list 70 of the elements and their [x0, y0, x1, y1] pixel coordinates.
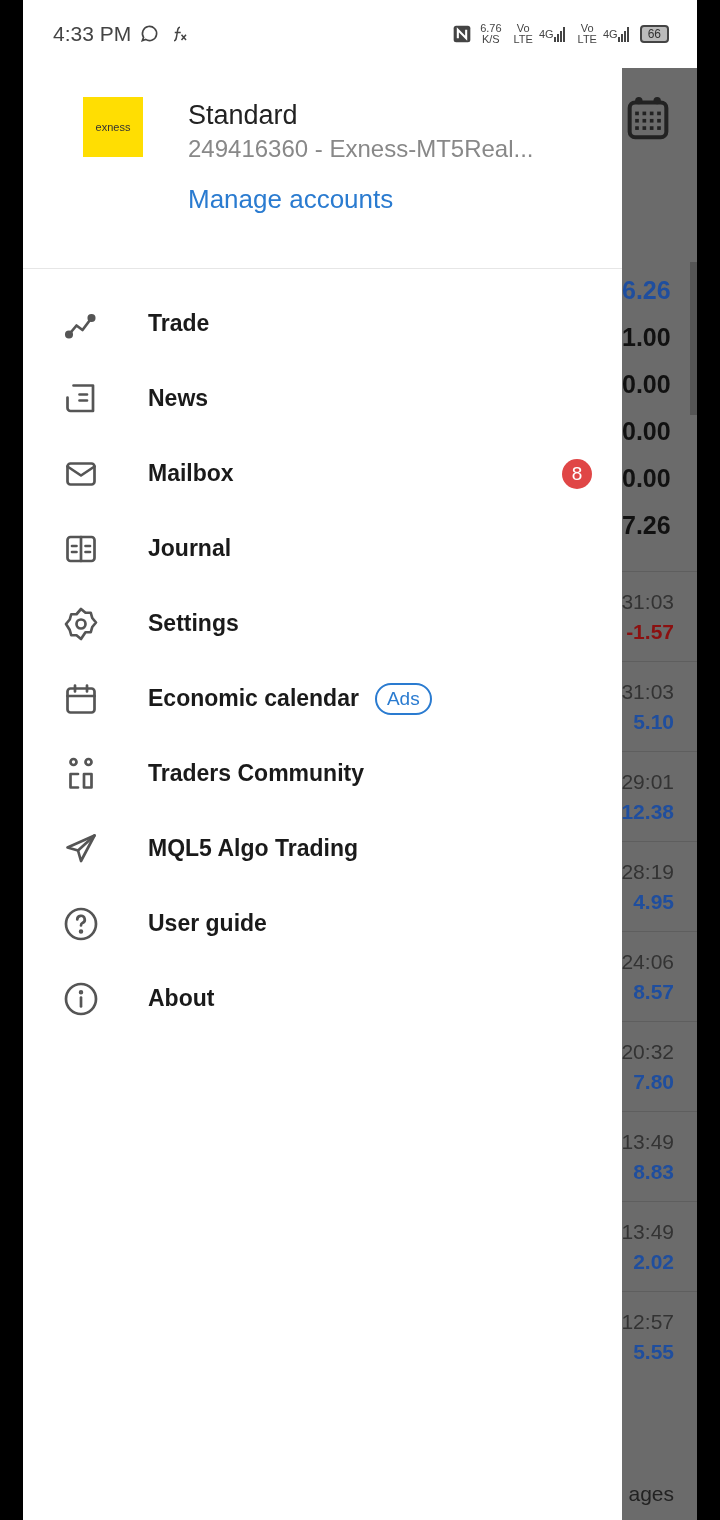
lte-label: LTE: [577, 34, 597, 45]
deal-time: 31:03: [621, 679, 674, 704]
account-number: 249416360 - Exness-MT5Real...: [188, 135, 534, 163]
deal-profit: 12.38: [621, 799, 674, 824]
function-icon: [171, 25, 190, 43]
summary-value: 6.26: [622, 275, 672, 306]
net-unit: K/S: [481, 34, 500, 45]
menu-label: Mailbox: [148, 460, 234, 487]
network-label: 4G: [602, 28, 618, 40]
lte-label: LTE: [513, 34, 533, 45]
deal-profit: 7.80: [633, 1069, 674, 1094]
deal-profit: 5.10: [633, 709, 674, 734]
battery: 66: [639, 25, 669, 43]
deal-profit: -1.57: [626, 619, 674, 644]
unread-count: 8: [562, 458, 592, 489]
deal-time: 13:49: [621, 1129, 674, 1154]
menu-item[interactable]: MQL5 Algo Trading: [23, 811, 622, 886]
deal-time: 12:57: [621, 1309, 674, 1334]
calendar-icon: [626, 95, 670, 141]
deal-time: 13:49: [621, 1219, 674, 1244]
clock-time: 4:33 PM: [53, 22, 132, 46]
menu-item[interactable]: Traders Community: [23, 736, 622, 811]
signal-icon: [617, 26, 630, 42]
deal-profit: 4.95: [633, 889, 674, 914]
menu-item[interactable]: News: [23, 361, 622, 436]
volte-label: Vo: [580, 23, 594, 34]
menu-item[interactable]: Economic calendar Ads: [23, 661, 622, 736]
account-name: Standard: [188, 100, 299, 131]
deal-profit: 2.02: [633, 1249, 674, 1274]
menu-label: Traders Community: [148, 760, 364, 787]
summary-value: 0.00: [622, 416, 672, 447]
menu-label: Journal: [148, 535, 232, 562]
tab-label: ages: [628, 1482, 674, 1506]
help-icon: [63, 905, 99, 942]
nfc-icon: [452, 24, 473, 44]
menu-item[interactable]: User guide: [23, 886, 622, 961]
info-icon: [63, 980, 99, 1017]
menu-label: About: [148, 985, 215, 1012]
manage-accounts-link[interactable]: Manage accounts: [188, 184, 534, 215]
network-label: 4G: [538, 28, 554, 40]
menu-label: Economic calendar: [148, 685, 359, 712]
menu-item[interactable]: Mailbox 8: [23, 436, 622, 511]
menu-label: MQL5 Algo Trading: [148, 835, 358, 862]
menu-label: Settings: [148, 610, 239, 637]
logo: exness: [83, 97, 143, 157]
deal-time: 20:32: [621, 1039, 674, 1064]
volte-label: Vo: [516, 23, 530, 34]
menu-item[interactable]: Settings: [23, 586, 622, 661]
menu-item[interactable]: About: [23, 961, 622, 1036]
deal-profit: 8.83: [633, 1159, 674, 1184]
summary-value: 0.00: [622, 369, 672, 400]
whatsapp-icon: [139, 24, 160, 44]
settings-icon: [63, 605, 99, 642]
menu-item[interactable]: Trade: [23, 286, 622, 361]
summary-value: 1.00: [622, 322, 672, 353]
deal-time: 31:03: [621, 589, 674, 614]
menu-label: Trade: [148, 310, 210, 337]
summary-value: 7.26: [622, 510, 672, 541]
summary-value: 0.00: [622, 463, 672, 494]
menu-label: User guide: [148, 910, 267, 937]
menu-item[interactable]: Journal: [23, 511, 622, 586]
deal-profit: 5.55: [633, 1339, 674, 1364]
deal-time: 29:01: [621, 769, 674, 794]
net-speed: 6.76: [480, 23, 502, 34]
deal-time: 24:06: [621, 949, 674, 974]
ads-tag: Ads: [374, 682, 432, 715]
signal-icon: [553, 26, 566, 42]
deal-profit: 8.57: [633, 979, 674, 1004]
deal-time: 28:19: [621, 859, 674, 884]
menu-label: News: [148, 385, 209, 412]
